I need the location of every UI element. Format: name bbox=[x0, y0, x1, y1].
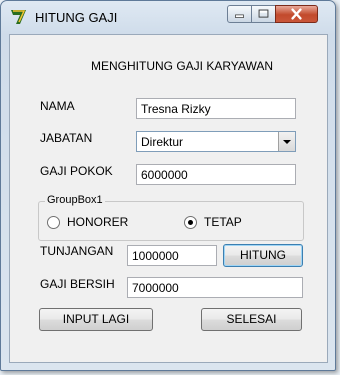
close-icon bbox=[291, 8, 302, 20]
dropdown-arrow-button[interactable] bbox=[278, 132, 295, 151]
minimize-button[interactable] bbox=[227, 5, 252, 23]
gaji-bersih-label: GAJI BERSIH bbox=[40, 277, 115, 291]
gaji-pokok-field[interactable] bbox=[136, 164, 296, 185]
radio-checked-dot bbox=[188, 220, 193, 225]
close-button[interactable] bbox=[275, 5, 318, 23]
tunjangan-field[interactable] bbox=[127, 245, 217, 266]
title-bar[interactable]: HITUNG GAJI bbox=[1, 1, 335, 35]
form-client-area: MENGHITUNG GAJI KARYAWAN NAMA JABATAN Di… bbox=[9, 34, 328, 363]
tunjangan-label: TUNJANGAN bbox=[40, 244, 114, 258]
minimize-icon bbox=[235, 14, 244, 18]
tetap-label[interactable]: TETAP bbox=[204, 215, 242, 229]
app-window: HITUNG GAJI MENGHITUNG GAJI KARYAWAN NAM… bbox=[0, 0, 336, 371]
maximize-button[interactable] bbox=[251, 5, 276, 23]
jabatan-selected-value: Direktur bbox=[141, 135, 184, 149]
window-title: HITUNG GAJI bbox=[35, 10, 118, 25]
nama-field[interactable] bbox=[136, 98, 296, 119]
honorer-label[interactable]: HONORER bbox=[67, 215, 128, 229]
gaji-pokok-label: GAJI POKOK bbox=[40, 164, 113, 178]
selesai-button[interactable]: SELESAI bbox=[201, 308, 302, 331]
maximize-icon bbox=[258, 9, 269, 18]
gaji-bersih-field[interactable] bbox=[127, 277, 303, 298]
form-heading: MENGHITUNG GAJI KARYAWAN bbox=[91, 59, 274, 73]
tetap-radio[interactable] bbox=[184, 216, 197, 229]
hitung-button[interactable]: HITUNG bbox=[223, 244, 303, 267]
status-groupbox: GroupBox1 HONORER TETAP bbox=[38, 194, 304, 241]
groupbox-title: GroupBox1 bbox=[45, 194, 105, 206]
jabatan-dropdown[interactable]: Direktur bbox=[136, 131, 296, 152]
nama-label: NAMA bbox=[40, 99, 75, 113]
jabatan-label: JABATAN bbox=[40, 131, 93, 145]
input-lagi-button[interactable]: INPUT LAGI bbox=[39, 308, 153, 331]
honorer-radio[interactable] bbox=[47, 216, 60, 229]
app-logo-icon bbox=[9, 7, 29, 27]
chevron-down-icon bbox=[283, 140, 291, 144]
